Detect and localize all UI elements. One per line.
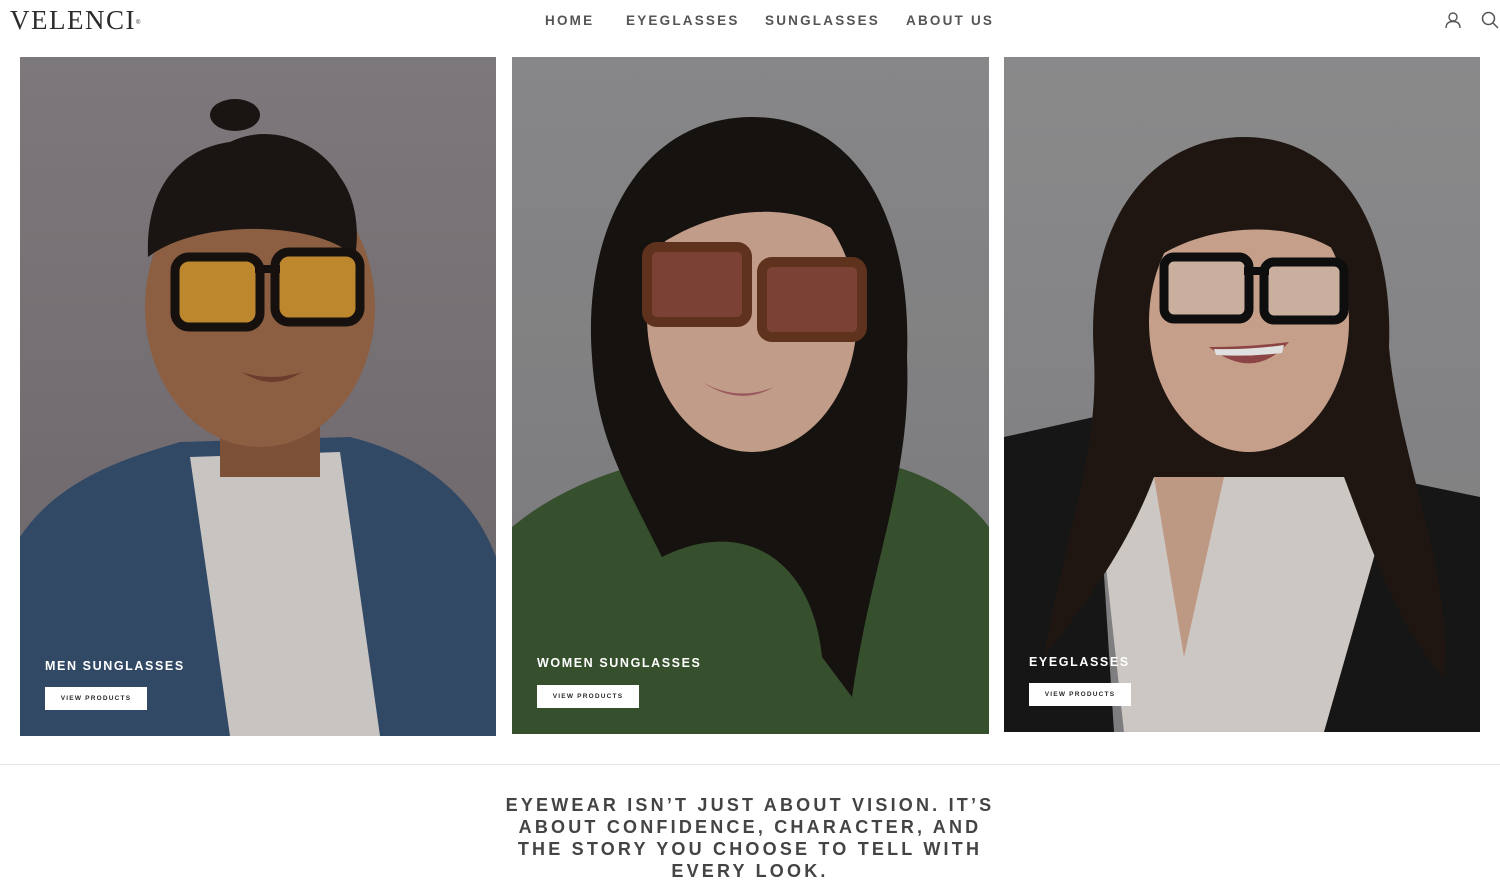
view-products-button[interactable]: VIEW PRODUCTS — [45, 687, 147, 710]
card-title: EYEGLASSES — [1029, 655, 1130, 669]
site-header: VELENCI® HOME EYEGLASSES SUNGLASSES ABOU… — [0, 0, 1500, 42]
brand-tagline: EYEWEAR ISN’T JUST ABOUT VISION. IT’S AB… — [505, 795, 995, 881]
search-icon[interactable] — [1481, 11, 1499, 29]
logo-text: VELENCI — [10, 5, 136, 35]
nav-sunglasses[interactable]: SUNGLASSES — [765, 13, 880, 29]
image-overlay — [512, 57, 989, 734]
registered-mark: ® — [135, 20, 141, 26]
category-card-eyeglasses[interactable]: EYEGLASSES VIEW PRODUCTS — [1004, 57, 1480, 732]
view-products-button[interactable]: VIEW PRODUCTS — [1029, 683, 1131, 706]
nav-about-us[interactable]: ABOUT US — [906, 13, 994, 29]
category-card-men-sunglasses[interactable]: MEN SUNGLASSES VIEW PRODUCTS — [20, 57, 496, 736]
image-overlay — [20, 57, 496, 736]
section-divider — [0, 764, 1500, 765]
image-overlay — [1004, 57, 1480, 732]
card-title: MEN SUNGLASSES — [45, 659, 185, 673]
user-icon[interactable] — [1444, 11, 1462, 29]
category-card-women-sunglasses[interactable]: WOMEN SUNGLASSES VIEW PRODUCTS — [512, 57, 989, 734]
view-products-button[interactable]: VIEW PRODUCTS — [537, 685, 639, 708]
nav-home[interactable]: HOME — [545, 13, 594, 29]
brand-logo[interactable]: VELENCI® — [10, 5, 140, 35]
card-title: WOMEN SUNGLASSES — [537, 656, 702, 670]
nav-eyeglasses[interactable]: EYEGLASSES — [626, 13, 740, 29]
